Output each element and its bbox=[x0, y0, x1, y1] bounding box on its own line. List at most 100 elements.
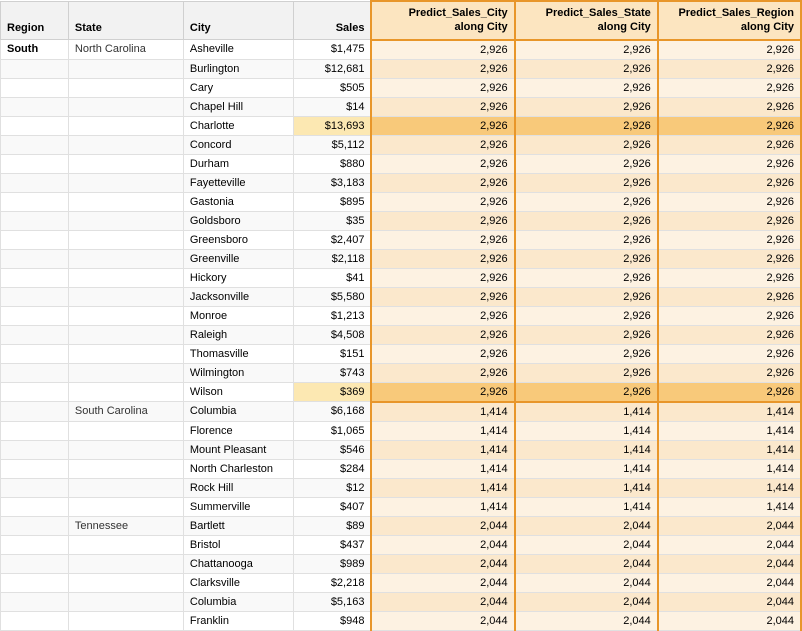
region-cell bbox=[1, 306, 69, 325]
col-header-state: State bbox=[68, 1, 183, 40]
pred1-cell: 2,926 bbox=[371, 97, 514, 116]
pred2-cell: 1,414 bbox=[515, 497, 658, 516]
city-cell: Bartlett bbox=[183, 516, 293, 535]
pred2-cell: 2,926 bbox=[515, 249, 658, 268]
region-cell bbox=[1, 154, 69, 173]
table-row: Greensboro$2,4072,9262,9262,926 bbox=[1, 230, 802, 249]
pred2-cell: 2,926 bbox=[515, 59, 658, 78]
pred2-cell: 2,044 bbox=[515, 516, 658, 535]
region-cell bbox=[1, 59, 69, 78]
sales-cell: $1,065 bbox=[293, 421, 371, 440]
table-row: Bristol$4372,0442,0442,044 bbox=[1, 535, 802, 554]
city-cell: Rock Hill bbox=[183, 478, 293, 497]
region-cell bbox=[1, 402, 69, 422]
sales-cell: $989 bbox=[293, 554, 371, 573]
region-cell bbox=[1, 344, 69, 363]
sales-cell: $12 bbox=[293, 478, 371, 497]
region-cell bbox=[1, 135, 69, 154]
pred2-cell: 2,926 bbox=[515, 154, 658, 173]
city-cell: Chattanooga bbox=[183, 554, 293, 573]
col-header-pred2: Predict_Sales_State along City bbox=[515, 1, 658, 40]
pred3-cell: 2,044 bbox=[658, 516, 801, 535]
table-row: Charlotte$13,6932,9262,9262,926 bbox=[1, 116, 802, 135]
pred3-line1: Predict_Sales_Region bbox=[678, 7, 794, 19]
region-cell bbox=[1, 97, 69, 116]
table-row: Jacksonville$5,5802,9262,9262,926 bbox=[1, 287, 802, 306]
sales-cell: $437 bbox=[293, 535, 371, 554]
city-cell: Greenville bbox=[183, 249, 293, 268]
table-row: Clarksville$2,2182,0442,0442,044 bbox=[1, 573, 802, 592]
sales-cell: $5,163 bbox=[293, 592, 371, 611]
table-row: TennesseeBartlett$892,0442,0442,044 bbox=[1, 516, 802, 535]
pred2-line1: Predict_Sales_State bbox=[546, 7, 651, 19]
region-cell bbox=[1, 592, 69, 611]
state-cell bbox=[68, 78, 183, 97]
pred3-cell: 1,414 bbox=[658, 497, 801, 516]
pred1-line1: Predict_Sales_City bbox=[409, 7, 508, 19]
city-cell: Franklin bbox=[183, 611, 293, 630]
table-row: Franklin$9482,0442,0442,044 bbox=[1, 611, 802, 630]
sales-cell: $1,475 bbox=[293, 40, 371, 60]
pred3-cell: 2,926 bbox=[658, 211, 801, 230]
sales-cell: $2,218 bbox=[293, 573, 371, 592]
pred2-cell: 2,926 bbox=[515, 78, 658, 97]
table-row: Goldsboro$352,9262,9262,926 bbox=[1, 211, 802, 230]
city-cell: Concord bbox=[183, 135, 293, 154]
pred2-cell: 2,926 bbox=[515, 40, 658, 60]
pred3-cell: 2,926 bbox=[658, 135, 801, 154]
table-row: North Charleston$2841,4141,4141,414 bbox=[1, 459, 802, 478]
state-cell bbox=[68, 154, 183, 173]
region-cell: South bbox=[1, 40, 69, 60]
pred1-cell: 2,926 bbox=[371, 135, 514, 154]
pred1-cell: 2,926 bbox=[371, 363, 514, 382]
pred3-cell: 2,926 bbox=[658, 382, 801, 402]
pred3-cell: 2,926 bbox=[658, 325, 801, 344]
table-row: Chattanooga$9892,0442,0442,044 bbox=[1, 554, 802, 573]
table-row: Fayetteville$3,1832,9262,9262,926 bbox=[1, 173, 802, 192]
pred2-cell: 2,044 bbox=[515, 535, 658, 554]
table-row: Hickory$412,9262,9262,926 bbox=[1, 268, 802, 287]
city-cell: Chapel Hill bbox=[183, 97, 293, 116]
sales-cell: $2,118 bbox=[293, 249, 371, 268]
pred3-cell: 2,926 bbox=[658, 249, 801, 268]
city-cell: Columbia bbox=[183, 592, 293, 611]
region-cell bbox=[1, 535, 69, 554]
pred3-cell: 2,926 bbox=[658, 40, 801, 60]
pred2-cell: 2,926 bbox=[515, 268, 658, 287]
region-cell bbox=[1, 211, 69, 230]
pred1-cell: 2,044 bbox=[371, 611, 514, 630]
sales-cell: $880 bbox=[293, 154, 371, 173]
city-cell: Columbia bbox=[183, 402, 293, 422]
city-cell: Florence bbox=[183, 421, 293, 440]
region-cell bbox=[1, 287, 69, 306]
pred3-cell: 2,926 bbox=[658, 173, 801, 192]
city-cell: Clarksville bbox=[183, 573, 293, 592]
data-table: Region State City Sales Predict_Sales_Ci… bbox=[0, 0, 802, 631]
state-cell bbox=[68, 116, 183, 135]
pred3-line2: along City bbox=[741, 21, 794, 33]
pred1-cell: 1,414 bbox=[371, 478, 514, 497]
region-cell bbox=[1, 382, 69, 402]
region-cell bbox=[1, 497, 69, 516]
state-cell bbox=[68, 344, 183, 363]
state-cell bbox=[68, 478, 183, 497]
pred2-line2: along City bbox=[598, 21, 651, 33]
pred3-cell: 2,926 bbox=[658, 344, 801, 363]
city-cell: Gastonia bbox=[183, 192, 293, 211]
pred1-cell: 2,926 bbox=[371, 154, 514, 173]
region-cell bbox=[1, 192, 69, 211]
sales-cell: $5,112 bbox=[293, 135, 371, 154]
pred2-cell: 2,926 bbox=[515, 116, 658, 135]
pred3-cell: 2,926 bbox=[658, 78, 801, 97]
table-row: SouthNorth CarolinaAsheville$1,4752,9262… bbox=[1, 40, 802, 60]
state-cell: North Carolina bbox=[68, 40, 183, 60]
pred1-cell: 2,926 bbox=[371, 230, 514, 249]
table-row: Chapel Hill$142,9262,9262,926 bbox=[1, 97, 802, 116]
region-cell bbox=[1, 363, 69, 382]
pred2-cell: 2,926 bbox=[515, 382, 658, 402]
pred2-cell: 2,926 bbox=[515, 344, 658, 363]
table-row: Concord$5,1122,9262,9262,926 bbox=[1, 135, 802, 154]
pred1-cell: 2,926 bbox=[371, 59, 514, 78]
pred2-cell: 1,414 bbox=[515, 421, 658, 440]
city-cell: Hickory bbox=[183, 268, 293, 287]
